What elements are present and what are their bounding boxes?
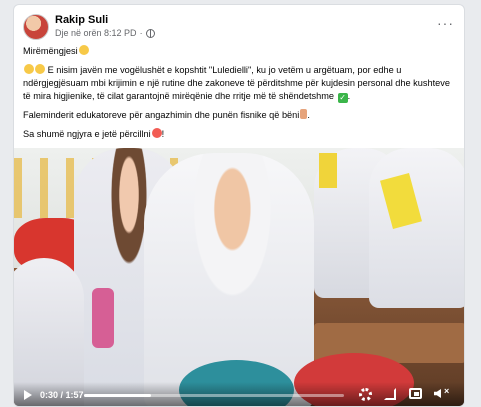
post-paragraph-3: Sa shumë ngjyra e jetë përcillni! xyxy=(23,128,165,139)
post-timestamp[interactable]: Dje në orën 8:12 PD xyxy=(55,28,137,38)
paragraph-3-text: Sa shumë ngjyra e jetë përcillni xyxy=(23,129,151,139)
paragraph-2-text: Faleminderit edukatoreve për angazhimin … xyxy=(23,110,300,120)
video-player[interactable]: 0:30 / 1:57 × xyxy=(14,148,464,406)
post-header: Rakip Suli Dje në orën 8:12 PD · ··· xyxy=(14,5,464,43)
meta-separator: · xyxy=(139,28,143,38)
post-paragraph-2: Faleminderit edukatoreve për angazhimin … xyxy=(23,109,310,120)
video-time: 0:30 / 1:57 xyxy=(40,390,84,400)
play-icon[interactable] xyxy=(24,390,32,400)
pip-icon[interactable] xyxy=(409,388,422,399)
post-paragraph-1: E nisim javën me vogëlushët e kopshtit "… xyxy=(23,64,450,103)
settings-icon[interactable] xyxy=(359,388,372,401)
person-emoji-icon xyxy=(300,109,308,119)
greeting-text: Mirëmëngjesi xyxy=(23,46,78,56)
video-frame xyxy=(14,148,464,406)
post-meta: Dje në orën 8:12 PD · xyxy=(55,28,155,38)
scene-cloth xyxy=(92,288,114,348)
post-body: Mirëmëngjesi E nisim javën me vogëlushët… xyxy=(23,45,459,147)
avatar[interactable] xyxy=(23,14,49,40)
scene-child xyxy=(369,148,464,308)
scene-cloth xyxy=(319,153,337,188)
volume-muted-icon[interactable] xyxy=(434,389,441,398)
paragraph-1-text: E nisim javën me vogëlushët e kopshtit "… xyxy=(23,65,450,101)
post-card: Rakip Suli Dje në orën 8:12 PD · ··· Mir… xyxy=(13,4,465,407)
globe-icon xyxy=(145,28,155,38)
post-greeting: Mirëmëngjesi xyxy=(23,45,459,58)
check-emoji-icon: ✓ xyxy=(337,93,348,103)
heart-eyes-emoji-icon xyxy=(151,128,162,138)
fullscreen-icon[interactable] xyxy=(384,388,396,400)
progress-bar[interactable] xyxy=(84,394,344,397)
child-emoji-icon xyxy=(35,64,45,74)
smile-emoji-icon xyxy=(24,64,34,74)
smile-emoji-icon xyxy=(78,45,89,55)
author-name[interactable]: Rakip Suli xyxy=(55,14,108,26)
progress-fill xyxy=(84,394,151,397)
muted-cross-icon: × xyxy=(444,386,450,396)
more-icon[interactable]: ··· xyxy=(437,15,454,31)
video-controls: 0:30 / 1:57 × xyxy=(14,382,464,406)
